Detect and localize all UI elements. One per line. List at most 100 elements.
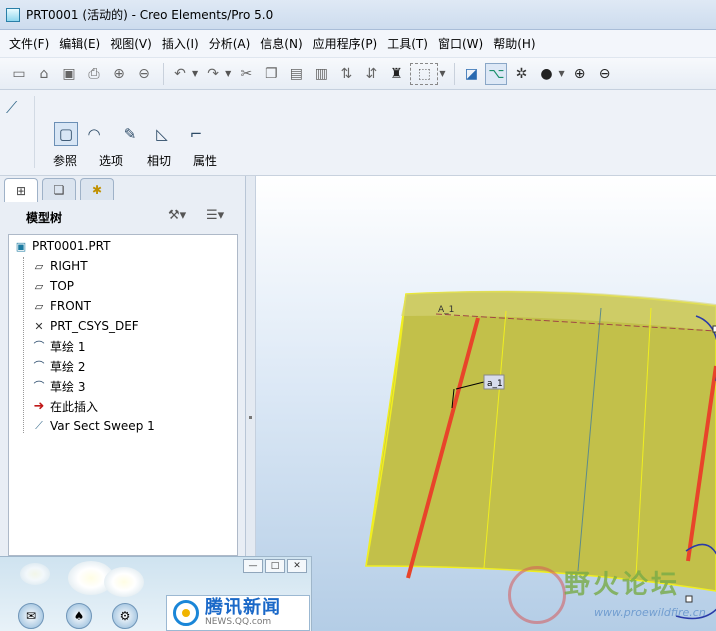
undo-icon[interactable]: ↶ (169, 63, 191, 85)
navigator-panel: ⊞ ❏ ✱ 模型树 ⚒▾ ☰▾ ▣ PRT0001.PRT ▱ RIGHT ▱ … (0, 176, 246, 556)
shading-icon[interactable]: ● (535, 63, 557, 85)
menu-insert[interactable]: 插入(I) (157, 30, 204, 58)
tray-app-icon[interactable]: ✉ (18, 603, 44, 629)
maximize-icon[interactable]: □ (265, 559, 285, 573)
paste-icon[interactable]: ▤ (285, 63, 307, 85)
regenerate-icon[interactable]: ⇅ (335, 63, 357, 85)
tree-item[interactable]: ✕ PRT_CSYS_DEF (31, 316, 138, 336)
watermark-title: 野火论坛 (564, 570, 681, 600)
menu-edit[interactable]: 编辑(E) (54, 30, 105, 58)
zoom-in-icon[interactable]: ⊕ (569, 63, 591, 85)
sweep-feature-icon: ⟋ (35, 419, 43, 432)
tray-app-icon[interactable]: ♠ (66, 603, 92, 629)
tree-item-label: 草绘 1 (50, 339, 86, 354)
tree-item-label: Var Sect Sweep 1 (50, 419, 155, 433)
properties-icon[interactable]: ◺ (150, 122, 174, 146)
tree-root-label: PRT0001.PRT (32, 239, 111, 253)
options-icon[interactable]: ◠ (82, 122, 106, 146)
qq-news-badge[interactable]: 腾讯新闻 NEWS.QQ.com (166, 595, 310, 631)
shading-dropdown-icon[interactable]: ▼ (558, 69, 564, 78)
menu-analysis[interactable]: 分析(A) (204, 30, 256, 58)
tree-item-insert-here[interactable]: ➜ 在此插入 (31, 396, 98, 416)
email-icon[interactable]: ⊖ (133, 63, 155, 85)
zoom-out-icon[interactable]: ⊖ (594, 63, 616, 85)
menu-window[interactable]: 窗口(W) (433, 30, 488, 58)
cut-icon[interactable]: ✂ (235, 63, 257, 85)
undo-dropdown-icon[interactable]: ▼ (192, 69, 198, 78)
tree-item[interactable]: ⌒ 草绘 2 (31, 356, 86, 376)
menu-help[interactable]: 帮助(H) (488, 30, 540, 58)
tray-settings-icon[interactable]: ⚙ (112, 603, 138, 629)
tree-root[interactable]: ▣ PRT0001.PRT (13, 236, 111, 256)
sketch-icon: ⌒ (33, 360, 45, 373)
watermark-url: www.proewildfire.cn (594, 606, 706, 619)
open-icon[interactable]: ⌂ (33, 63, 55, 85)
menu-view[interactable]: 视图(V) (105, 30, 157, 58)
favorites-icon: ✱ (91, 182, 103, 197)
window-title: PRT0001 (活动的) - Creo Elements/Pro 5.0 (26, 8, 274, 22)
watermark-logo-icon (508, 566, 566, 624)
tree-item-label: FRONT (50, 299, 91, 313)
select-dropdown-icon[interactable]: ▼ (439, 69, 445, 78)
regen-manager-icon[interactable]: ⇵ (360, 63, 382, 85)
tab-favorites[interactable]: ✱ (80, 178, 114, 200)
model-tree-title: 模型树 (26, 210, 63, 225)
tab-options[interactable]: 选项 (99, 152, 123, 169)
tree-item[interactable]: ▱ TOP (31, 276, 74, 296)
paste-special-icon[interactable]: ▥ (310, 63, 332, 85)
tree-item-label: TOP (50, 279, 75, 293)
tree-item[interactable]: ⌒ 草绘 3 (31, 376, 86, 396)
dimension-label: a_1 (487, 379, 503, 389)
tree-item[interactable]: ▱ RIGHT (31, 256, 88, 276)
datum-point-display-icon[interactable]: ✲ (510, 63, 532, 85)
folder-icon: ❏ (53, 182, 65, 197)
datum-plane-icon: ▱ (34, 279, 44, 293)
tree-settings-icon[interactable]: ⚒▾ (168, 208, 186, 223)
datum-plane-icon: ▱ (34, 299, 44, 313)
desktop-overlay-window: — □ ✕ ✉ ♠ ⚙ 腾讯新闻 NEWS.QQ.com (0, 556, 312, 631)
print-icon[interactable]: ⎙ (83, 63, 105, 85)
menu-file[interactable]: 文件(F) (4, 30, 54, 58)
feature-dashboard: ⟋ ▢ 参照 ◠ 选项 ✎ 相切 ◺ 属性 ⌐ (0, 90, 716, 176)
part-icon: ▣ (15, 239, 27, 253)
app-icon (6, 7, 20, 22)
redo-dropdown-icon[interactable]: ▼ (225, 69, 231, 78)
tab-properties[interactable]: 属性 (193, 152, 217, 169)
tab-model-tree[interactable]: ⊞ (4, 178, 38, 202)
menu-tools[interactable]: 工具(T) (382, 30, 433, 58)
close-bracket-icon[interactable]: ⌐ (184, 122, 208, 146)
tab-references[interactable]: 参照 (53, 152, 77, 169)
save-icon[interactable]: ▣ (58, 63, 80, 85)
sketch-icon: ⌒ (33, 340, 45, 353)
tree-show-icon[interactable]: ☰▾ (206, 208, 224, 223)
insert-here-icon: ➜ (33, 398, 45, 414)
menu-info[interactable]: 信息(N) (255, 30, 307, 58)
tab-tangency[interactable]: 相切 (147, 152, 171, 169)
select-box-icon[interactable]: ⬚ (410, 62, 439, 85)
find-icon[interactable]: ♜ (385, 63, 407, 85)
qq-news-logo-icon (173, 600, 199, 626)
tree-connector (23, 257, 24, 433)
close-icon[interactable]: ✕ (287, 559, 307, 573)
send-icon[interactable]: ⊕ (108, 63, 130, 85)
references-icon[interactable]: ▢ (54, 122, 78, 146)
datum-plane-icon: ▱ (34, 259, 44, 273)
tree-item-label: 草绘 3 (50, 379, 86, 394)
csys-icon: ✕ (34, 319, 44, 333)
window-controls: — □ ✕ (241, 559, 307, 573)
menu-applications[interactable]: 应用程序(P) (308, 30, 383, 58)
copy-icon[interactable]: ❐ (260, 63, 282, 85)
new-icon[interactable]: ▭ (8, 63, 30, 85)
panel-splitter[interactable] (246, 176, 256, 556)
redo-icon[interactable]: ↷ (202, 63, 224, 85)
flower-decoration (20, 563, 50, 585)
tree-item[interactable]: ▱ FRONT (31, 296, 91, 316)
tangency-icon[interactable]: ✎ (118, 122, 142, 146)
tree-item[interactable]: ⟋ Var Sect Sweep 1 (31, 416, 155, 436)
qq-news-title: 腾讯新闻 (205, 596, 281, 618)
minimize-icon[interactable]: — (243, 559, 263, 573)
datum-axis-display-icon[interactable]: ⌥ (485, 62, 508, 85)
datum-plane-display-icon[interactable]: ◪ (460, 63, 482, 85)
tab-folder-browser[interactable]: ❏ (42, 178, 76, 200)
tree-item[interactable]: ⌒ 草绘 1 (31, 336, 86, 356)
